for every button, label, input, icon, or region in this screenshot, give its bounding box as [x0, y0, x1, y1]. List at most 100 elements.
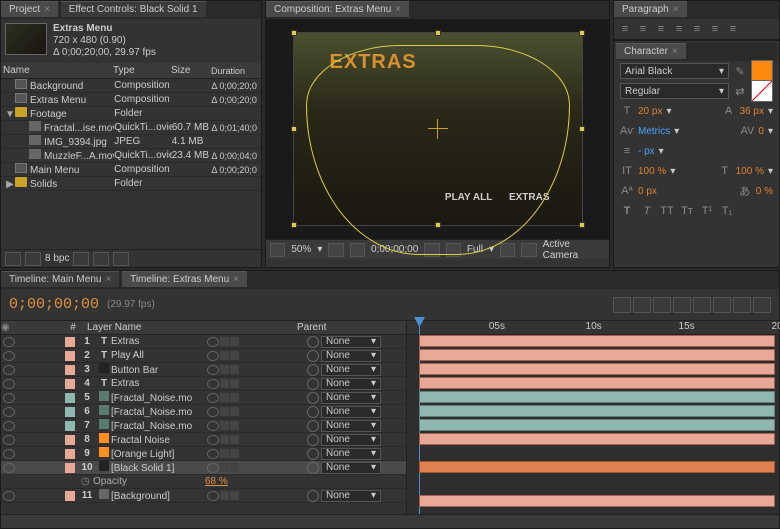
col-name[interactable]: Name	[1, 65, 113, 76]
align-center-icon[interactable]: ≡	[636, 23, 650, 35]
parent-dropdown[interactable]: None▾	[321, 336, 381, 348]
switch-icon[interactable]	[230, 435, 239, 444]
snapshot-button[interactable]	[424, 243, 439, 257]
current-time[interactable]: 0;00;00;00	[9, 296, 99, 313]
parent-dropdown[interactable]: None▾	[321, 406, 381, 418]
switch-icon[interactable]	[230, 379, 239, 388]
visibility-toggle[interactable]	[3, 365, 15, 375]
composition-canvas[interactable]: EXTRAS PLAY ALL EXTRAS	[293, 32, 583, 226]
parent-dropdown[interactable]: None▾	[321, 378, 381, 390]
interpret-footage-button[interactable]	[5, 252, 21, 266]
stroke-width-value[interactable]: - px	[638, 146, 655, 157]
project-item[interactable]: Extras MenuCompositionΔ 0;00;20;0	[1, 93, 261, 107]
fill-color-swatch[interactable]	[751, 60, 773, 82]
project-item[interactable]: Fractal...ise.movQuickTi...ovie60.7 MBΔ …	[1, 121, 261, 135]
pickwhip-icon[interactable]	[307, 462, 319, 474]
visibility-toggle[interactable]	[3, 393, 15, 403]
safe-zones-button[interactable]	[328, 243, 343, 257]
chevron-down-icon[interactable]: ▾	[768, 166, 773, 177]
timeline-graph[interactable]: 05s 10s 15s 20s	[406, 321, 779, 514]
layer-handle[interactable]	[579, 126, 585, 132]
project-item[interactable]: MuzzleF...A.movQuickTi...ovie23.4 MBΔ 0;…	[1, 149, 261, 163]
tab-timeline-main[interactable]: Timeline: Main Menu×	[1, 271, 119, 287]
layer-color-label[interactable]	[65, 421, 75, 431]
switch-icon[interactable]	[207, 365, 219, 375]
pickwhip-icon[interactable]	[307, 420, 319, 432]
close-icon[interactable]: ×	[672, 46, 678, 57]
parent-dropdown[interactable]: None▾	[321, 434, 381, 446]
layer-name[interactable]: [Background]	[97, 489, 207, 502]
switch-icon[interactable]	[230, 449, 239, 458]
project-item[interactable]: IMG_9394.jpgJPEG4.1 MB	[1, 135, 261, 149]
close-icon[interactable]: ×	[673, 4, 679, 15]
parent-dropdown[interactable]: None▾	[321, 462, 381, 474]
pickwhip-icon[interactable]	[307, 378, 319, 390]
swap-colors-icon[interactable]: ⇄	[733, 85, 747, 97]
layer-name[interactable]: Fractal Noise	[97, 433, 207, 446]
parent-dropdown[interactable]: None▾	[321, 490, 381, 502]
pickwhip-icon[interactable]	[307, 490, 319, 502]
parent-dropdown[interactable]: None▾	[321, 392, 381, 404]
faux-italic-icon[interactable]: T	[640, 205, 654, 217]
pickwhip-icon[interactable]	[307, 434, 319, 446]
switch-icon[interactable]	[207, 435, 219, 445]
magnification-button[interactable]	[270, 243, 285, 257]
faux-bold-icon[interactable]: T	[620, 205, 634, 217]
project-item[interactable]: ▼FootageFolder	[1, 107, 261, 121]
switch-icon[interactable]	[220, 449, 229, 458]
switch-icon[interactable]	[220, 491, 229, 500]
time-ruler[interactable]: 05s 10s 15s 20s	[407, 321, 779, 335]
layer-color-label[interactable]	[65, 449, 75, 459]
kerning-value[interactable]: Metrics	[638, 126, 670, 137]
layer-handle[interactable]	[579, 222, 585, 228]
switch-icon[interactable]	[230, 491, 239, 500]
pickwhip-icon[interactable]	[307, 364, 319, 376]
visibility-toggle[interactable]	[3, 449, 15, 459]
font-size-value[interactable]: 20 px	[638, 106, 662, 117]
layer-duration-bar[interactable]	[419, 495, 775, 507]
pickwhip-icon[interactable]	[307, 392, 319, 404]
switch-icon[interactable]	[220, 351, 229, 360]
align-left-icon[interactable]: ≡	[618, 23, 632, 35]
stopwatch-icon[interactable]: ◷	[81, 476, 93, 487]
layer-name[interactable]: TPlay All	[97, 350, 207, 361]
switch-icon[interactable]	[207, 407, 219, 417]
layer-color-label[interactable]	[65, 365, 75, 375]
switch-icon[interactable]	[230, 463, 239, 472]
chevron-down-icon[interactable]: ▾	[768, 126, 773, 137]
switch-icon[interactable]	[207, 393, 219, 403]
chevron-down-icon[interactable]: ▾	[659, 146, 664, 157]
switch-icon[interactable]	[207, 449, 219, 459]
layer-handle[interactable]	[291, 222, 297, 228]
close-icon[interactable]: ×	[105, 274, 111, 285]
hide-shy-button[interactable]	[653, 297, 671, 313]
zoom-value[interactable]: 50%	[291, 244, 311, 255]
auto-keyframe-button[interactable]	[733, 297, 751, 313]
twirl-icon[interactable]: ▶	[5, 179, 15, 190]
font-family-dropdown[interactable]: Arial Black▾	[620, 63, 729, 79]
visibility-toggle[interactable]	[3, 463, 15, 473]
parent-dropdown[interactable]: None▾	[321, 448, 381, 460]
layer-duration-bar[interactable]	[419, 349, 775, 361]
tsume-value[interactable]: 0 %	[756, 186, 773, 197]
graph-editor-button[interactable]	[753, 297, 771, 313]
pickwhip-icon[interactable]	[307, 336, 319, 348]
col-size[interactable]: Size	[171, 65, 211, 76]
baseline-shift-value[interactable]: 0 px	[638, 186, 657, 197]
new-folder-button[interactable]	[73, 252, 89, 266]
justify-center-icon[interactable]: ≡	[690, 23, 704, 35]
switch-icon[interactable]	[220, 379, 229, 388]
project-item[interactable]: ▶SolidsFolder	[1, 177, 261, 191]
switch-icon[interactable]	[230, 407, 239, 416]
layer-duration-bar[interactable]	[419, 433, 775, 445]
switch-icon[interactable]	[220, 393, 229, 402]
layer-duration-bar[interactable]	[419, 363, 775, 375]
chevron-down-icon[interactable]: ▾	[674, 126, 679, 137]
project-thumbnail[interactable]	[5, 23, 47, 55]
comp-flowchart-button[interactable]	[613, 297, 631, 313]
visibility-toggle[interactable]	[3, 407, 15, 417]
brainstorm-button[interactable]	[713, 297, 731, 313]
small-caps-icon[interactable]: Tᴛ	[680, 205, 694, 217]
tab-project[interactable]: Project×	[1, 1, 58, 17]
layer-handle[interactable]	[435, 222, 441, 228]
